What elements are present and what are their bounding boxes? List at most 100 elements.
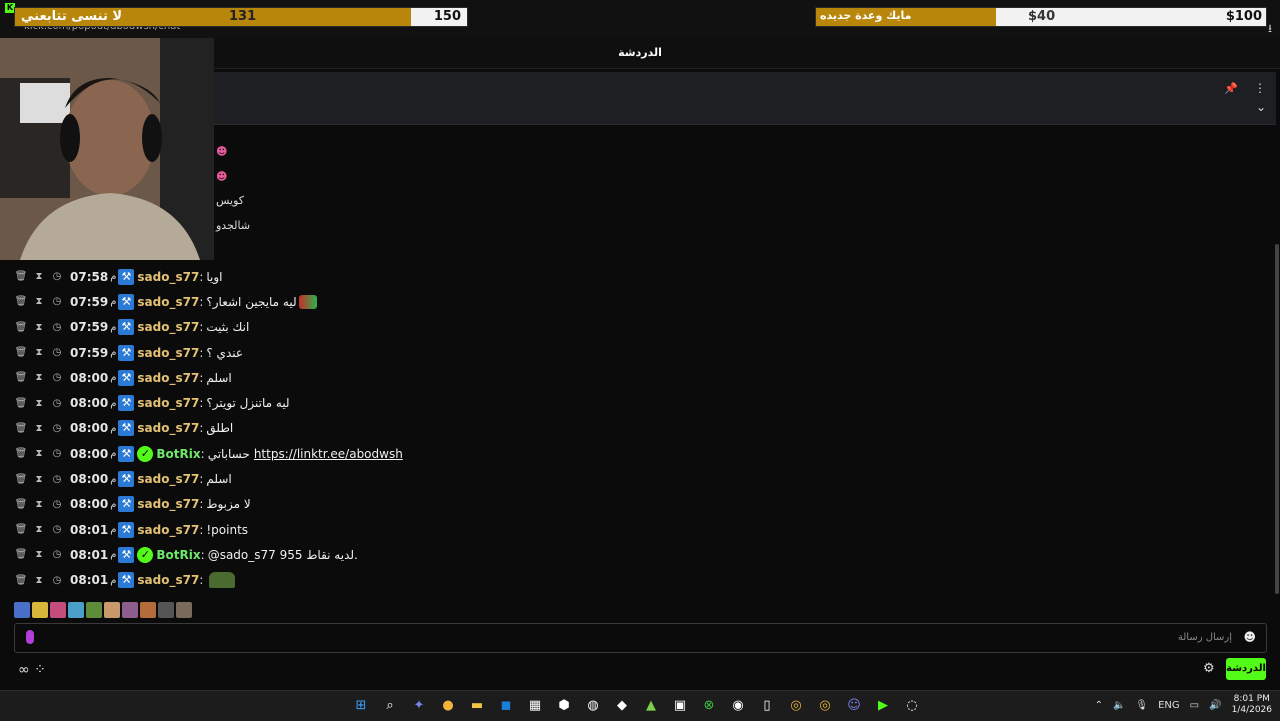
chevron-down-icon[interactable]: ⌄ [1256, 100, 1266, 114]
app-icon[interactable]: ◍ [584, 697, 602, 715]
timeout-icon[interactable]: ⧗ [32, 549, 46, 560]
volume-icon[interactable]: 🔊 [1209, 700, 1221, 711]
chrome-icon[interactable]: ◎ [787, 697, 805, 715]
delete-icon[interactable]: 🗑 [14, 347, 28, 358]
timeout-icon[interactable]: ⧗ [32, 423, 46, 434]
timeout-icon[interactable]: ⧗ [32, 271, 46, 282]
delete-icon[interactable]: 🗑 [14, 322, 28, 333]
message-username[interactable]: sado_s77 [137, 270, 199, 284]
discord-icon[interactable]: ☺ [845, 697, 863, 715]
steam-icon[interactable]: ◉ [729, 697, 747, 715]
delete-icon[interactable]: 🗑 [14, 524, 28, 535]
emote-icon[interactable] [68, 602, 84, 618]
xbox-icon[interactable]: ⊗ [700, 697, 718, 715]
clock[interactable]: 8:01 PM 1/4/2026 [1232, 694, 1272, 716]
file-explorer-icon[interactable]: ▬ [468, 697, 486, 715]
chat-message[interactable]: 🗑 ⧗ ◷ 07:59 م ⚒ sado_s77: انك بثيت [14, 315, 1264, 340]
gear-icon[interactable]: ⚙ [1203, 661, 1215, 676]
chat-message[interactable]: 🗑 ⧗ ◷ 08:00 م ⚒ sado_s77: اسلم [14, 365, 1264, 390]
store-icon[interactable]: ▦ [526, 697, 544, 715]
app-icon[interactable]: ⬢ [555, 697, 573, 715]
scrollbar[interactable] [1275, 244, 1279, 594]
chat-message[interactable]: 🗑 ⧗ ◷ 08:01 م ⚒ sado_s77: !points [14, 517, 1264, 542]
emote-icon[interactable] [50, 602, 66, 618]
chat-message[interactable]: 🗑 ⧗ ◷ 08:00 م ⚒ sado_s77: اطلق [14, 416, 1264, 441]
emoji-picker-icon[interactable]: ☻ [1243, 630, 1256, 644]
emote-icon[interactable] [14, 602, 30, 618]
more-options-icon[interactable]: ⋮ [1254, 81, 1266, 95]
chat-message[interactable]: 🗑 ⧗ ◷ 08:00 م ⚒ sado_s77: اسلم [14, 466, 1264, 491]
epic-games-icon[interactable]: ▯ [758, 697, 776, 715]
chat-message[interactable]: 🗑 ⧗ ◷ 08:01 م ⚒ sado_s77: [14, 568, 1264, 593]
emote-icon[interactable] [86, 602, 102, 618]
timeout-icon[interactable]: ⧗ [32, 448, 46, 459]
message-username[interactable]: sado_s77 [137, 396, 199, 410]
timeout-icon[interactable]: ⧗ [32, 322, 46, 333]
message-username[interactable]: sado_s77 [137, 523, 199, 537]
message-username[interactable]: sado_s77 [137, 421, 199, 435]
chat-message[interactable]: 🗑 ⧗ ◷ 07:59 م ⚒ sado_s77: ليه مايجين اشعار؟ [14, 289, 1264, 314]
message-username[interactable]: sado_s77 [137, 371, 199, 385]
chat-message-list[interactable]: 🗑 ⧗ ◷ 07:58 م ⚒ sado_s77: اويا 🗑 ⧗ ◷ 07:59 م ⚒ sado_s7… [14, 264, 1264, 593]
pin-icon[interactable]: 📌 [1224, 82, 1238, 95]
message-username[interactable]: sado_s77 [137, 472, 199, 486]
message-username[interactable]: sado_s77 [137, 320, 199, 334]
bluestacks-icon[interactable]: ▲ [642, 697, 660, 715]
chat-message[interactable]: 🗑 ⧗ ◷ 08:00 م ⚒ ✓ BotRix: حساباتي https://linktr.… [14, 441, 1264, 466]
app-icon[interactable]: ◆ [613, 697, 631, 715]
chat-message[interactable]: 🗑 ⧗ ◷ 08:00 م ⚒ sado_s77: لا مزبوط [14, 492, 1264, 517]
delete-icon[interactable]: 🗑 [14, 549, 28, 560]
delete-icon[interactable]: 🗑 [14, 575, 28, 586]
network-icon[interactable]: ▭ [1190, 700, 1199, 711]
emote-icon[interactable] [32, 602, 48, 618]
microphone-icon[interactable] [26, 630, 34, 644]
download-icon[interactable]: ⭳ [1268, 20, 1272, 39]
chat-input[interactable]: إرسال رسالة ☻ [14, 623, 1267, 653]
chrome-icon[interactable]: ◎ [816, 697, 834, 715]
timeout-icon[interactable]: ⧗ [32, 372, 46, 383]
emote-icon[interactable] [140, 602, 156, 618]
timeout-icon[interactable]: ⧗ [32, 524, 46, 535]
kick-icon[interactable]: ▶ [874, 697, 892, 715]
obs-icon[interactable]: ◌ [903, 697, 921, 715]
outlook-icon[interactable]: ◼ [497, 697, 515, 715]
chat-message[interactable]: 🗑 ⧗ ◷ 08:00 م ⚒ sado_s77: ليه ماتنزل تويتر؟ [14, 390, 1264, 415]
message-link[interactable]: https://linktr.ee/abodwsh [254, 447, 403, 461]
delete-icon[interactable]: 🗑 [14, 423, 28, 434]
speaker-icon[interactable]: 🔈 [1113, 700, 1125, 711]
chat-message[interactable]: 🗑 ⧗ ◷ 07:59 م ⚒ sado_s77: عندي ؟ [14, 340, 1264, 365]
delete-icon[interactable]: 🗑 [14, 372, 28, 383]
timeout-icon[interactable]: ⧗ [32, 474, 46, 485]
emote-icon[interactable] [104, 602, 120, 618]
teams-icon[interactable]: ✦ [410, 697, 428, 715]
emote-icon[interactable] [176, 602, 192, 618]
message-username[interactable]: BotRix [156, 548, 200, 562]
timeout-icon[interactable]: ⧗ [32, 347, 46, 358]
message-username[interactable]: sado_s77 [137, 346, 199, 360]
delete-icon[interactable]: 🗑 [14, 448, 28, 459]
delete-icon[interactable]: 🗑 [14, 271, 28, 282]
stream-stats-icon[interactable]: ∞ ⁘ [18, 662, 46, 678]
delete-icon[interactable]: 🗑 [14, 499, 28, 510]
timeout-icon[interactable]: ⧗ [32, 499, 46, 510]
message-username[interactable]: BotRix [156, 447, 200, 461]
chat-message[interactable]: 🗑 ⧗ ◷ 07:58 م ⚒ sado_s77: اويا [14, 264, 1264, 289]
search-icon[interactable]: ⌕ [381, 697, 399, 715]
message-username[interactable]: sado_s77 [137, 497, 199, 511]
chat-message[interactable]: 🗑 ⧗ ◷ 08:01 م ⚒ ✓ BotRix: @sado_s77 955 لديه نقا… [14, 542, 1264, 567]
message-username[interactable]: sado_s77 [137, 573, 199, 587]
widgets-icon[interactable]: ● [439, 697, 457, 715]
microphone-icon[interactable]: 🎙 [1135, 700, 1148, 711]
chat-send-button[interactable]: الدردشة [1226, 658, 1266, 680]
timeout-icon[interactable]: ⧗ [32, 575, 46, 586]
capcut-icon[interactable]: ▣ [671, 697, 689, 715]
windows-start-icon[interactable]: ⊞ [352, 697, 370, 715]
timeout-icon[interactable]: ⧗ [32, 398, 46, 409]
language-indicator[interactable]: ENG [1158, 700, 1180, 711]
delete-icon[interactable]: 🗑 [14, 296, 28, 307]
emote-icon[interactable] [122, 602, 138, 618]
emote-icon[interactable] [158, 602, 174, 618]
timeout-icon[interactable]: ⧗ [32, 296, 46, 307]
chevron-up-icon[interactable]: ⌃ [1095, 700, 1103, 711]
delete-icon[interactable]: 🗑 [14, 474, 28, 485]
